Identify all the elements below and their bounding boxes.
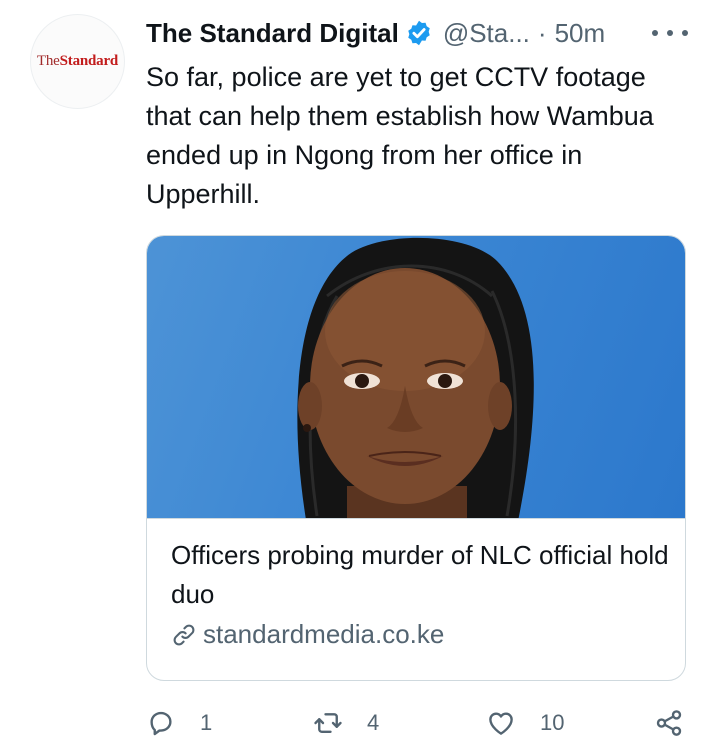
- more-horizontal-icon[interactable]: [652, 22, 688, 44]
- like-count: 10: [540, 710, 565, 735]
- logo-prefix: The: [36, 53, 60, 69]
- tweet-header: The Standard Digital @Sta... · 50m: [146, 14, 605, 52]
- link-card[interactable]: Officers probing murder of NLC official …: [146, 235, 686, 681]
- tweet-actions: 1 4 10: [146, 703, 691, 743]
- card-domain-row[interactable]: standardmedia.co.ke: [171, 619, 444, 650]
- logo-word: Standard: [59, 53, 119, 69]
- share-button[interactable]: [654, 703, 684, 743]
- avatar[interactable]: TheStandard: [30, 14, 125, 109]
- reply-count: 1: [200, 710, 213, 735]
- portrait-illustration: [297, 237, 534, 518]
- card-title[interactable]: Officers probing murder of NLC official …: [171, 536, 671, 614]
- verified-badge-icon: [408, 20, 430, 46]
- link-icon: [173, 624, 195, 645]
- handle[interactable]: @Sta...: [443, 18, 530, 49]
- like-button[interactable]: 10: [486, 703, 564, 743]
- card-domain[interactable]: standardmedia.co.ke: [203, 619, 444, 650]
- share-icon: [656, 710, 682, 736]
- timestamp[interactable]: 50m: [555, 18, 606, 49]
- reply-button[interactable]: 1: [146, 703, 212, 743]
- tweet-text: So far, police are yet to get CCTV foota…: [146, 62, 654, 209]
- separator-dot: ·: [537, 17, 547, 48]
- tweet[interactable]: TheStandard The Standard Digital @Sta...…: [0, 0, 720, 752]
- retweet-count: 4: [367, 710, 380, 735]
- retweet-button[interactable]: 4: [313, 703, 379, 743]
- standard-logo: TheStandard: [37, 53, 118, 70]
- display-name[interactable]: The Standard Digital: [146, 18, 399, 49]
- card-image[interactable]: [147, 236, 685, 519]
- reply-icon: [150, 711, 172, 736]
- retweet-icon: [314, 713, 342, 733]
- heart-icon: [489, 712, 513, 735]
